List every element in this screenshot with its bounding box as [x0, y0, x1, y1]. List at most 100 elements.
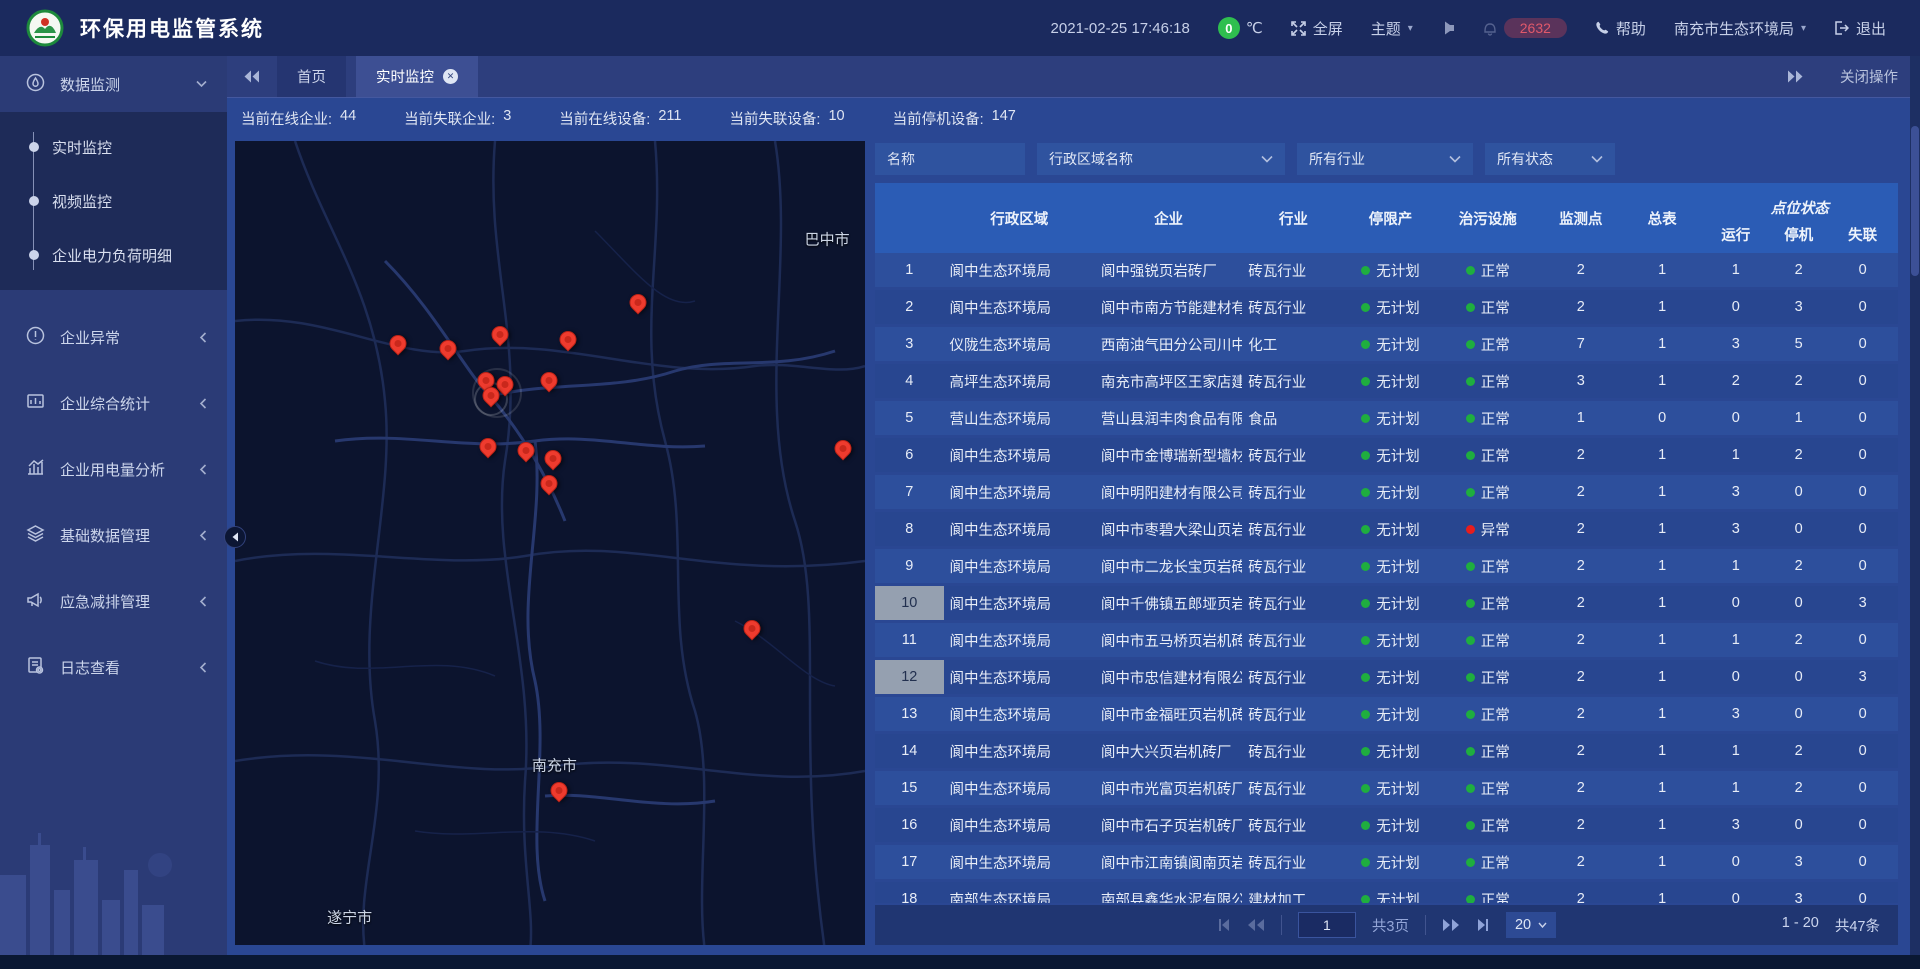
cell-index: 13 [875, 697, 944, 731]
sidebar-item-base-data[interactable]: 基础数据管理 [0, 502, 227, 568]
table-row[interactable]: 4高坪生态环境局南充市高坪区王家店建砖瓦行业无计划正常31220 [875, 364, 1898, 398]
cell-index: 16 [875, 808, 944, 842]
sidebar-item-emergency-reduction[interactable]: 应急减排管理 [0, 568, 227, 634]
table-row[interactable]: 16阆中生态环境局阆中市石子页岩机砖厂砖瓦行业无计划正常21300 [875, 808, 1898, 842]
cell-index: 1 [875, 253, 944, 287]
cell-total-meters: 1 [1623, 697, 1702, 731]
status-dot-green [1466, 451, 1475, 460]
previous-page-button[interactable] [1247, 918, 1265, 932]
cell-monitor-points: 2 [1539, 290, 1623, 324]
industry-filter-select[interactable]: 所有行业 [1297, 143, 1473, 175]
tabs-scroll-right-button[interactable] [1780, 70, 1810, 83]
status-dot-green [1361, 858, 1370, 867]
cell-total-meters: 1 [1623, 438, 1702, 472]
cell-monitor-points: 2 [1539, 623, 1623, 657]
region-filter-select[interactable]: 行政区域名称 [1037, 143, 1285, 175]
dashboard-icon [26, 392, 45, 415]
cell-industry: 化工 [1242, 327, 1344, 361]
table-row[interactable]: 15阆中生态环境局阆中市光富页岩机砖厂砖瓦行业无计划正常21120 [875, 771, 1898, 805]
tab-realtime-monitoring[interactable]: 实时监控 ✕ [356, 56, 478, 97]
scrollbar-thumb[interactable] [1911, 126, 1919, 276]
map-city-label: 巴中市 [805, 229, 850, 250]
sidebar-item-log-view[interactable]: 日志查看 [0, 634, 227, 700]
table-row[interactable]: 18南部生态环境局南部县鑫华水泥有限公建材加工无计划正常21030 [875, 882, 1898, 903]
cell-company: 阆中千佛镇五郎垭页岩 [1095, 586, 1242, 620]
tabs-scroll-left-button[interactable] [237, 56, 267, 97]
cell-run-count: 3 [1702, 475, 1771, 509]
chevron-down-icon [196, 80, 207, 88]
status-dot-green [1361, 266, 1370, 275]
cell-run-count: 1 [1702, 623, 1771, 657]
help-button[interactable]: 帮助 [1595, 18, 1646, 39]
fullscreen-icon [1291, 21, 1306, 36]
table-row[interactable]: 11阆中生态环境局阆中市五马桥页岩机砖砖瓦行业无计划正常21120 [875, 623, 1898, 657]
sidebar-item-video-monitoring[interactable]: 视频监控 [0, 174, 227, 228]
cell-stop-count: 0 [1770, 512, 1827, 546]
table-row[interactable]: 10阆中生态环境局阆中千佛镇五郎垭页岩砖瓦行业无计划正常21003 [875, 586, 1898, 620]
table-row[interactable]: 9阆中生态环境局阆中市二龙长宝页岩砖砖瓦行业无计划正常21120 [875, 549, 1898, 583]
cell-lost-count: 3 [1827, 586, 1898, 620]
sidebar-item-company-anomaly[interactable]: 企业异常 [0, 304, 227, 370]
cell-facility-status: 正常 [1437, 290, 1539, 324]
table-row[interactable]: 14阆中生态环境局阆中大兴页岩机砖厂砖瓦行业无计划正常21120 [875, 734, 1898, 768]
cell-facility-status: 正常 [1437, 660, 1539, 694]
notifications-button[interactable]: 2632 [1483, 18, 1567, 38]
sidebar-item-realtime-monitoring[interactable]: 实时监控 [0, 120, 227, 174]
cell-limit-status: 无计划 [1345, 438, 1437, 472]
table-row[interactable]: 8阆中生态环境局阆中市枣碧大梁山页岩砖瓦行业无计划异常21300 [875, 512, 1898, 546]
status-dot-green [1361, 895, 1370, 904]
tab-home[interactable]: 首页 [277, 56, 346, 97]
sidebar-item-power-load-detail[interactable]: 企业电力负荷明细 [0, 228, 227, 282]
cell-facility-status: 正常 [1437, 364, 1539, 398]
table-row[interactable]: 13阆中生态环境局阆中市金福旺页岩机砖砖瓦行业无计划正常21300 [875, 697, 1898, 731]
status-dot-green [1466, 377, 1475, 386]
status-dot-green [1466, 858, 1475, 867]
status-dot-green [1466, 895, 1475, 904]
table-row[interactable]: 7阆中生态环境局阆中明阳建材有限公司砖瓦行业无计划正常21300 [875, 475, 1898, 509]
cell-industry: 砖瓦行业 [1242, 623, 1344, 657]
close-operations-button[interactable]: 关闭操作 [1840, 66, 1898, 87]
cell-run-count: 3 [1702, 808, 1771, 842]
cell-limit-status: 无计划 [1345, 845, 1437, 879]
theme-menu[interactable]: 主题 ▾ [1371, 18, 1413, 39]
cell-index: 18 [875, 882, 944, 903]
cell-index: 17 [875, 845, 944, 879]
status-dot-green [1361, 562, 1370, 571]
sidebar-item-power-analysis[interactable]: 企业用电量分析 [0, 436, 227, 502]
table-row[interactable]: 5营山生态环境局营山县润丰肉食品有限食品无计划正常10010 [875, 401, 1898, 435]
next-page-button[interactable] [1442, 918, 1460, 932]
phone-icon [1595, 21, 1609, 35]
last-page-button[interactable] [1476, 918, 1490, 932]
table-row[interactable]: 3仪陇生态环境局西南油气田分公司川中化工无计划正常71350 [875, 327, 1898, 361]
first-page-button[interactable] [1217, 918, 1231, 932]
table-row[interactable]: 17阆中生态环境局阆中市江南镇阆南页岩砖瓦行业无计划正常21030 [875, 845, 1898, 879]
close-icon[interactable]: ✕ [443, 69, 458, 84]
page-size-select[interactable]: 20 [1506, 912, 1556, 938]
cell-total-meters: 1 [1623, 586, 1702, 620]
map[interactable]: 巴中市南充市遂宁市 [235, 141, 865, 945]
sound-button[interactable] [1441, 21, 1455, 35]
table-row[interactable]: 1阆中生态环境局阆中强锐页岩砖厂砖瓦行业无计划正常21120 [875, 253, 1898, 287]
vertical-scrollbar[interactable] [1910, 56, 1920, 955]
cell-company: 阆中市石子页岩机砖厂 [1095, 808, 1242, 842]
cell-industry: 砖瓦行业 [1242, 253, 1344, 287]
status-dot-green [1361, 414, 1370, 423]
sidebar-item-data-monitoring[interactable]: 数据监测 [0, 56, 227, 112]
user-menu[interactable]: 南充市生态环境局 ▾ [1674, 18, 1806, 39]
cell-industry: 砖瓦行业 [1242, 512, 1344, 546]
bell-icon [1483, 21, 1497, 36]
status-filter-select[interactable]: 所有状态 [1485, 143, 1615, 175]
sidebar-collapse-handle[interactable] [224, 526, 246, 548]
table-row[interactable]: 2阆中生态环境局阆中市南方节能建材有砖瓦行业无计划正常21030 [875, 290, 1898, 324]
cell-index: 11 [875, 623, 944, 657]
name-filter-input[interactable] [875, 143, 1025, 175]
fullscreen-button[interactable]: 全屏 [1291, 18, 1343, 39]
logout-button[interactable]: 退出 [1834, 18, 1886, 39]
table-row[interactable]: 12阆中生态环境局阆中市忠信建材有限公砖瓦行业无计划正常21003 [875, 660, 1898, 694]
page-number-input[interactable] [1298, 912, 1356, 938]
log-file-icon [26, 656, 45, 679]
sidebar-item-company-statistics[interactable]: 企业综合统计 [0, 370, 227, 436]
cell-stop-count: 2 [1770, 549, 1827, 583]
table-row[interactable]: 6阆中生态环境局阆中市金博瑞新型墙材砖瓦行业无计划正常21120 [875, 438, 1898, 472]
chevron-left-icon [199, 398, 207, 409]
